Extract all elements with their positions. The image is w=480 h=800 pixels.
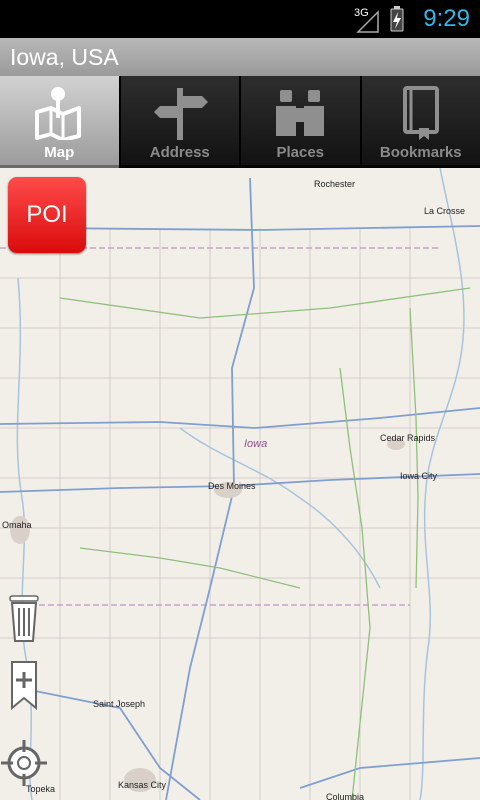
- tab-label: Places: [276, 144, 325, 161]
- bookmark-book-icon: [402, 86, 439, 140]
- city-label: Kansas City: [118, 780, 167, 790]
- tab-label: Bookmarks: [379, 144, 462, 161]
- status-bar: 3G 9:29: [0, 0, 480, 38]
- city-label: Rochester: [314, 179, 356, 189]
- tab-bar: Map Address Places Bookmarks: [0, 76, 480, 168]
- tab-bookmarks[interactable]: Bookmarks: [361, 76, 480, 168]
- tab-map[interactable]: Map: [0, 76, 119, 168]
- city-label: La Crosse: [424, 206, 466, 216]
- add-bookmark-icon[interactable]: [0, 660, 48, 710]
- city-label: Des Moines: [208, 481, 256, 491]
- page-title: Iowa, USA: [10, 44, 119, 70]
- status-time: 9:29: [423, 5, 470, 32]
- map-view[interactable]: Iowa Rochester La Crosse Cedar Rapids Io…: [0, 168, 480, 800]
- city-label: Omaha: [2, 520, 32, 530]
- tab-places[interactable]: Places: [241, 76, 360, 168]
- tab-address[interactable]: Address: [120, 76, 239, 168]
- map-pin-icon: [35, 87, 82, 140]
- signal-icon: 3G: [354, 6, 404, 33]
- title-bar: Iowa, USA: [0, 38, 480, 76]
- tab-label: Address: [149, 144, 210, 161]
- trash-icon[interactable]: [0, 594, 48, 644]
- poi-button[interactable]: POI: [8, 177, 86, 253]
- signpost-icon: [153, 88, 208, 140]
- city-label: Saint Joseph: [93, 699, 146, 709]
- city-label: Columbia: [326, 792, 365, 800]
- city-label: Iowa City: [400, 471, 438, 481]
- city-label: Cedar Rapids: [380, 433, 436, 443]
- state-label: Iowa: [244, 438, 268, 450]
- crosshair-locate-icon[interactable]: [0, 738, 48, 788]
- tab-label: Map: [44, 144, 75, 161]
- network-type: 3G: [354, 7, 369, 19]
- binoculars-icon: [276, 90, 325, 136]
